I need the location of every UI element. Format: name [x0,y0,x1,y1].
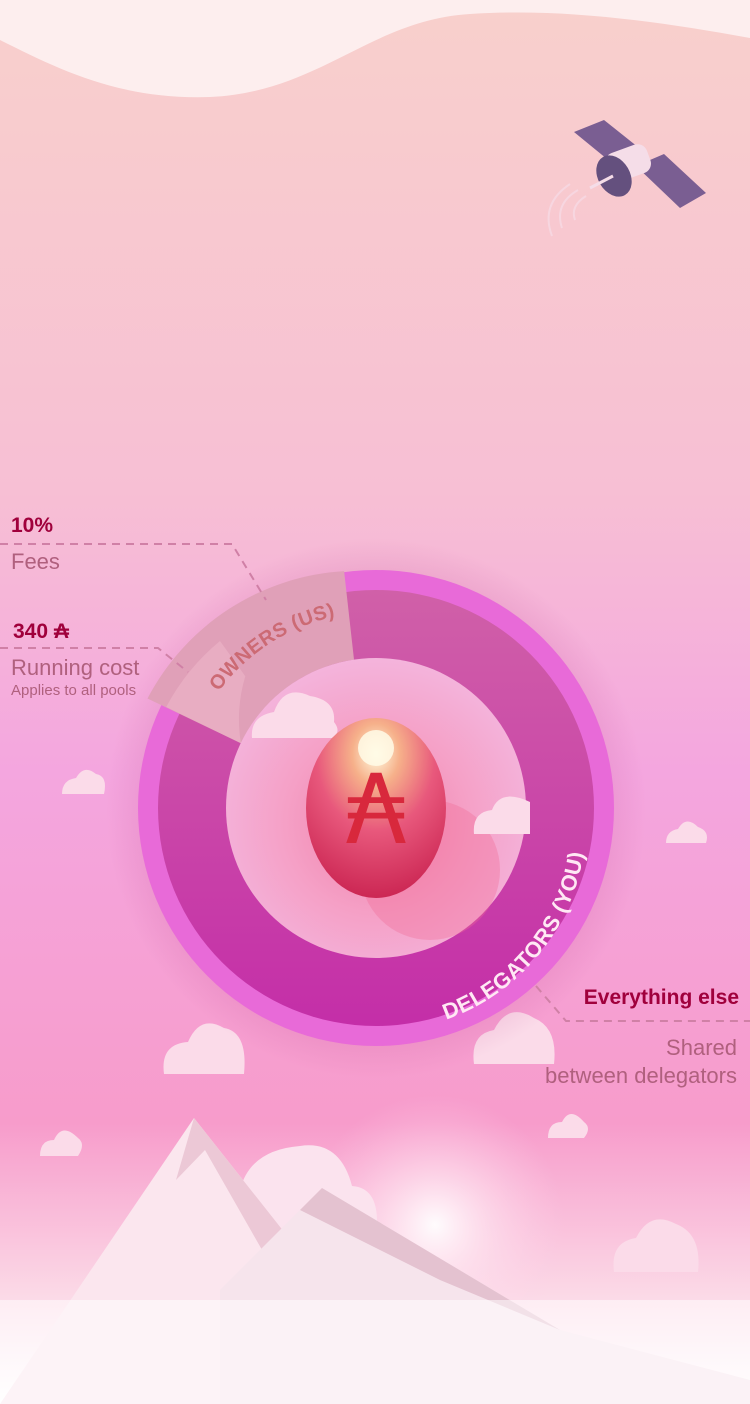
svg-text:DELEGATORS (YOU): DELEGATORS (YOU) [439,849,589,1024]
running-cost-label: Running cost [11,655,140,680]
delegators-label: DELEGATORS (YOU) [439,849,588,1024]
svg-text:OWNERS (US): OWNERS (US) [205,600,337,695]
fees-value: 10% [11,514,54,537]
between-delegators-label: between delegators [544,1063,737,1088]
everything-else-value: Everything else [583,986,739,1009]
ring-labels: OWNERS (US) DELEGATORS (YOU) ₳ [205,600,589,1025]
fees-label: Fees [11,549,60,574]
running-cost-note: Applies to all pools [11,682,137,699]
ada-symbol-icon: ₳ [345,754,406,866]
shared-label: Shared [666,1035,737,1060]
running-cost-value: 340 ₳ [13,620,70,643]
owners-label: OWNERS (US) [205,600,336,695]
